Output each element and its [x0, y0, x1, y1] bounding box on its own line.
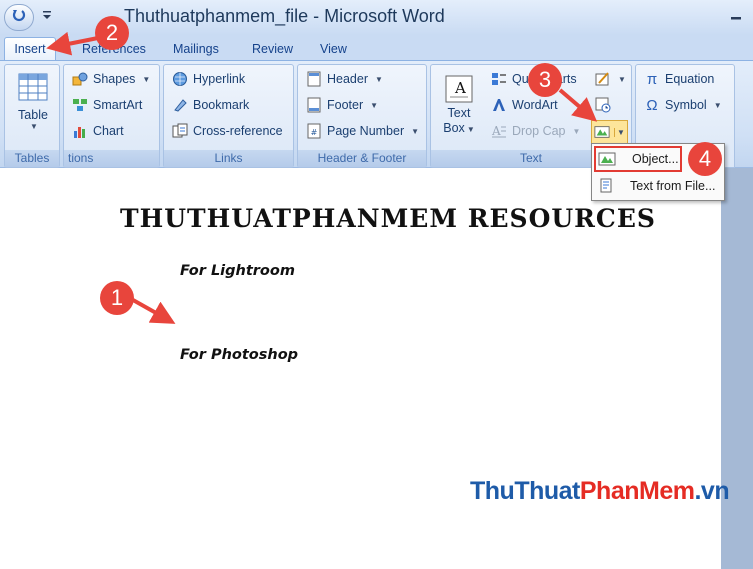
watermark: ThuThuatPhanMem.vn: [470, 477, 730, 505]
step-2-badge: 2: [95, 16, 129, 50]
step-4-badge: 4: [688, 142, 722, 176]
step-1-badge: 1: [100, 281, 134, 315]
step-3-badge: 3: [528, 63, 562, 97]
arrow-step-3: [558, 88, 598, 122]
arrow-step-2: [46, 31, 99, 56]
arrow-step-1: [132, 298, 176, 324]
word-window: Thuthuatphanmem_file - Microsoft Word In…: [0, 0, 753, 569]
